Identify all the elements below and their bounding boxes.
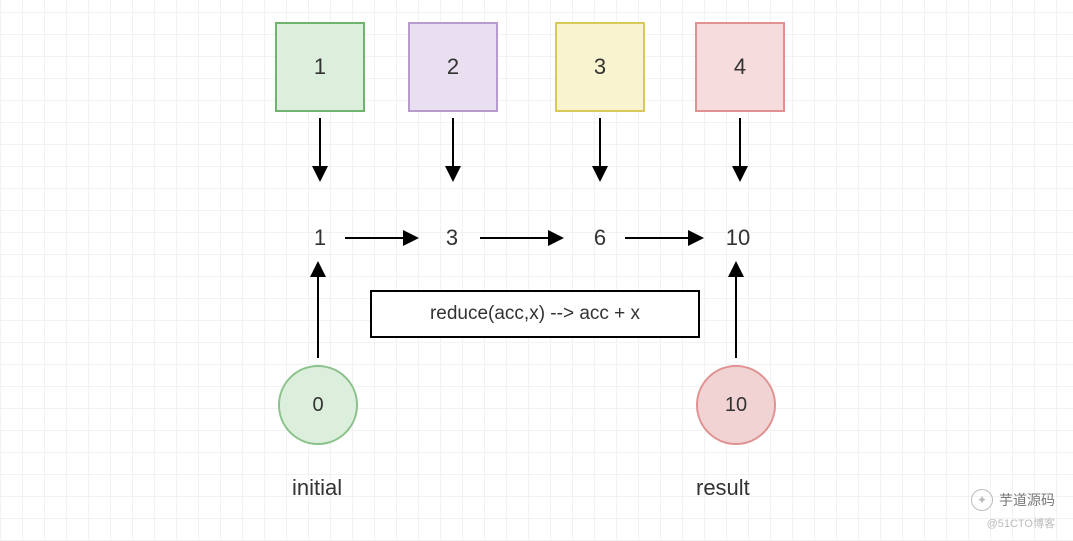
accumulator-1: 1: [300, 225, 340, 251]
result-circle: 10: [696, 365, 776, 445]
arrow-down-icon: [730, 118, 750, 188]
watermark-brand-text: 芋道源码: [999, 490, 1055, 510]
initial-circle: 0: [278, 365, 358, 445]
arrow-down-icon: [443, 118, 463, 188]
arrow-up-icon: [308, 255, 328, 360]
input-box-4: 4: [695, 22, 785, 112]
watermark-brand: ✦ 芋道源码: [971, 489, 1055, 511]
wechat-icon: ✦: [971, 489, 993, 511]
result-label: result: [696, 475, 750, 501]
accumulator-3: 6: [580, 225, 620, 251]
initial-label: initial: [292, 475, 342, 501]
arrow-right-icon: [480, 228, 570, 248]
arrow-right-icon: [625, 228, 710, 248]
watermark-site: @51CTO博客: [987, 515, 1055, 531]
arrow-up-icon: [726, 255, 746, 360]
accumulator-2: 3: [432, 225, 472, 251]
reduce-function-box: reduce(acc,x) --> acc + x: [370, 290, 700, 338]
input-box-2: 2: [408, 22, 498, 112]
arrow-down-icon: [590, 118, 610, 188]
arrow-down-icon: [310, 118, 330, 188]
arrow-right-icon: [345, 228, 425, 248]
reduce-diagram: 1 2 3 4 1 3 6 10 reduce(acc,x) --> acc +…: [0, 0, 1073, 541]
input-box-3: 3: [555, 22, 645, 112]
input-box-1: 1: [275, 22, 365, 112]
accumulator-4: 10: [718, 225, 758, 251]
